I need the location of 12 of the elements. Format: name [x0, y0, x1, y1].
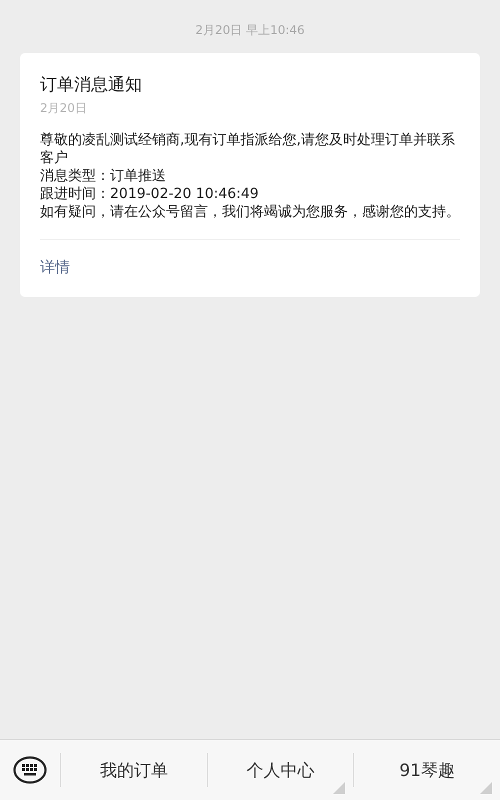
card-title: 订单消息通知 [40, 74, 143, 96]
message-line: 尊敬的凌乱测试经销商,现有订单指派给您,请您及时处理订单并联系客户 [40, 131, 456, 167]
keyboard-icon[interactable] [13, 756, 47, 784]
message-line: 消息类型：订单推送 [40, 167, 167, 185]
details-link[interactable]: 详情 [40, 240, 70, 297]
message-line: 如有疑问，请在公众号留言，我们将竭诚为您服务，感谢您的支持。 [40, 203, 460, 221]
menu-item[interactable]: 91琴趣 [354, 740, 500, 800]
message-timestamp: 2月20日 早上10:46 [195, 22, 305, 39]
menu-item[interactable]: 个人中心 [208, 740, 354, 800]
menu-item[interactable]: 我的订单 [61, 740, 207, 800]
card-date: 2月20日 [40, 100, 88, 117]
message-line: 跟进时间：2019-02-20 10:46:49 [40, 185, 260, 203]
